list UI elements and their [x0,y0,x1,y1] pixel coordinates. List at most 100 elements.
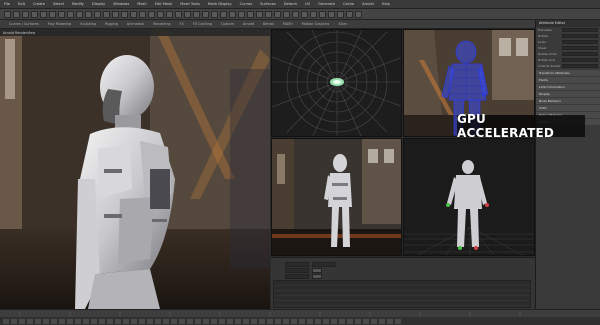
status-icon[interactable] [347,318,353,324]
toolbar-icon[interactable] [202,10,209,18]
status-icon[interactable] [339,318,345,324]
shelf-tab[interactable]: Custom [218,22,237,26]
menu-item[interactable]: Select [53,2,64,6]
menu-item[interactable]: Modify [72,2,84,6]
attribute-section[interactable]: Display [536,91,600,97]
status-icon[interactable] [363,318,369,324]
list-item[interactable] [274,301,530,306]
menu-item[interactable]: UV [305,2,310,6]
menu-item[interactable]: Arnold [362,2,374,6]
status-icon[interactable] [91,318,97,324]
status-icon[interactable] [283,318,289,324]
attribute-field[interactable] [562,28,598,32]
status-icon[interactable] [19,318,25,324]
shelf-tab[interactable]: Motion Graphics [299,22,333,26]
attribute-section[interactable]: Transform Attributes [536,70,600,76]
menu-item[interactable]: File [4,2,10,6]
menu-item[interactable]: Surfaces [260,2,276,6]
toolbar-icon[interactable] [184,10,191,18]
status-icon[interactable] [59,318,65,324]
toolbar-icon[interactable] [76,10,83,18]
status-icon[interactable] [395,318,401,324]
toolbar-icon[interactable] [238,10,245,18]
menu-item[interactable]: Edit Mesh [155,2,173,6]
status-icon[interactable] [51,318,57,324]
toolbar-icon[interactable] [247,10,254,18]
lower-panel-field-2[interactable] [312,261,336,267]
lower-panel-field-3[interactable] [285,267,309,273]
menu-item[interactable]: Mesh [137,2,146,6]
shelf-tab[interactable]: Bifrost [260,22,277,26]
status-icon[interactable] [323,318,329,324]
toolbar-icon[interactable] [283,10,290,18]
status-icon[interactable] [83,318,89,324]
toolbar-icon[interactable] [274,10,281,18]
shelf-tab[interactable]: FX Caching [190,22,215,26]
toolbar-icon[interactable] [328,10,335,18]
toolbar-icon[interactable] [121,10,128,18]
status-icon[interactable] [251,318,257,324]
toolbar-icon[interactable] [13,10,20,18]
status-icon[interactable] [171,318,177,324]
status-icon[interactable] [227,318,233,324]
status-icon[interactable] [315,318,321,324]
attribute-field[interactable] [562,46,598,50]
attribute-field[interactable] [562,34,598,38]
toolbar-icon[interactable] [22,10,29,18]
status-icon[interactable] [219,318,225,324]
toolbar-icon[interactable] [103,10,110,18]
status-icon[interactable] [115,318,121,324]
toolbar-icon[interactable] [220,10,227,18]
shelf-tab[interactable]: Animation [124,22,147,26]
toolbar-icon[interactable] [175,10,182,18]
toolbar-icon[interactable] [58,10,65,18]
attribute-section[interactable]: Pivots [536,77,600,83]
status-icon[interactable] [107,318,113,324]
toolbar-icon[interactable] [112,10,119,18]
status-icon[interactable] [275,318,281,324]
toolbar-icon[interactable] [355,10,362,18]
status-icon[interactable] [267,318,273,324]
render-view[interactable] [0,29,270,309]
viewport-side[interactable] [403,138,535,256]
status-icon[interactable] [67,318,73,324]
shelf-tab[interactable]: XGen [335,22,350,26]
shelf-tab[interactable]: MASH [280,22,296,26]
lower-panel-field-1[interactable] [285,261,309,267]
toolbar-icon[interactable] [31,10,38,18]
status-icon[interactable] [211,318,217,324]
status-icon[interactable] [139,318,145,324]
toolbar-icon[interactable] [130,10,137,18]
attribute-field[interactable] [562,58,598,62]
toolbar-icon[interactable] [166,10,173,18]
lower-panel-list[interactable] [273,280,531,308]
toolbar-icon[interactable] [4,10,11,18]
status-icon[interactable] [235,318,241,324]
status-icon[interactable] [291,318,297,324]
menu-item[interactable]: Edit [18,2,25,6]
shelf-tab[interactable]: Sculpting [77,22,99,26]
menu-item[interactable]: Windows [113,2,129,6]
menu-item[interactable]: Mesh Tools [180,2,199,6]
toolbar-icon[interactable] [265,10,272,18]
attribute-section[interactable]: UUID [536,105,600,111]
status-icon[interactable] [11,318,17,324]
shelf-tab[interactable]: Poly Modeling [45,22,74,26]
attribute-field[interactable] [562,40,598,44]
status-icon[interactable] [163,318,169,324]
toolbar-icon[interactable] [301,10,308,18]
menu-item[interactable]: Deform [284,2,297,6]
status-icon[interactable] [147,318,153,324]
toolbar-icon[interactable] [85,10,92,18]
menu-item[interactable]: Mesh Display [208,2,232,6]
status-icon[interactable] [123,318,129,324]
toolbar-icon[interactable] [49,10,56,18]
toolbar-icon[interactable] [94,10,101,18]
status-icon[interactable] [99,318,105,324]
status-icon[interactable] [131,318,137,324]
menu-item[interactable]: Help [382,2,390,6]
status-icon[interactable] [187,318,193,324]
lower-panel-field-4[interactable] [285,273,309,279]
toolbar-icon[interactable] [319,10,326,18]
toolbar-icon[interactable] [292,10,299,18]
